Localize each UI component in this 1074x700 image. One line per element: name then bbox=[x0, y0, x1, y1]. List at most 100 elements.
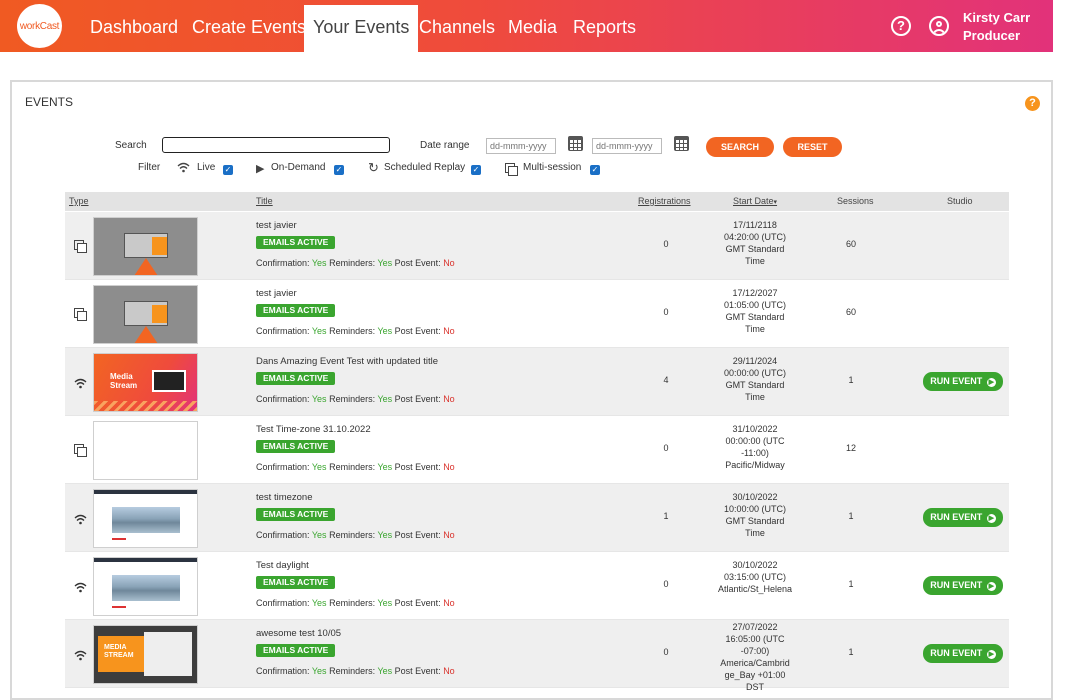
live-filter-icon bbox=[177, 162, 190, 176]
start-date-line: America/Cambrid bbox=[720, 658, 790, 668]
table-row[interactable]: Test daylight EMAILS ACTIVE Confirmation… bbox=[65, 552, 1009, 620]
post-event-value: No bbox=[443, 598, 455, 608]
nav-your-events[interactable]: Your Events bbox=[304, 5, 419, 52]
user-account-icon[interactable] bbox=[929, 16, 949, 36]
event-title[interactable]: Dans Amazing Event Test with updated tit… bbox=[256, 356, 438, 367]
help-icon[interactable]: ? bbox=[891, 16, 911, 36]
event-thumbnail[interactable] bbox=[93, 557, 198, 616]
nav-media[interactable]: Media bbox=[508, 0, 557, 52]
email-status-line: Confirmation: Yes Reminders: Yes Post Ev… bbox=[256, 394, 455, 404]
date-from-input[interactable] bbox=[486, 138, 556, 154]
date-to-input[interactable] bbox=[592, 138, 662, 154]
email-status-line: Confirmation: Yes Reminders: Yes Post Ev… bbox=[256, 666, 455, 676]
table-row[interactable]: Media Stream Dans Amazing Event Test with… bbox=[65, 348, 1009, 416]
reminders-value: Yes bbox=[377, 394, 393, 404]
table-row[interactable]: test javier EMAILS ACTIVE Confirmation: … bbox=[65, 280, 1009, 348]
run-event-label: RUN EVENT bbox=[930, 512, 983, 522]
live-icon bbox=[74, 580, 87, 593]
event-thumbnail[interactable] bbox=[93, 285, 198, 344]
start-date-line: 00:00:00 (UTC) bbox=[723, 368, 787, 378]
registrations-count: 0 bbox=[663, 647, 669, 657]
event-title[interactable]: awesome test 10/05 bbox=[256, 628, 341, 639]
header-start-date-label: Start Date bbox=[733, 196, 774, 206]
confirmation-value: Yes bbox=[311, 258, 327, 268]
multi-session-filter-icon bbox=[505, 163, 518, 176]
confirmation-label: Confirmation: bbox=[256, 598, 310, 608]
post-event-value: No bbox=[443, 530, 455, 540]
run-event-button[interactable]: RUN EVENT ▶ bbox=[923, 644, 1003, 663]
event-title[interactable]: test javier bbox=[256, 288, 297, 299]
table-row[interactable]: test javier EMAILS ACTIVE Confirmation: … bbox=[65, 212, 1009, 280]
sessions-count: 1 bbox=[848, 375, 854, 385]
start-date-line: 27/07/2022 bbox=[732, 622, 778, 632]
table-row[interactable]: MEDIA STREAM awesome test 10/05 EMAILS AC… bbox=[65, 620, 1009, 692]
user-info[interactable]: Kirsty Carr Producer bbox=[963, 9, 1030, 45]
header-start-date[interactable]: Start Date▾ bbox=[733, 192, 777, 211]
filter-on-demand-checkbox[interactable]: ✓ bbox=[334, 165, 344, 175]
reset-button[interactable]: RESET bbox=[783, 137, 842, 157]
post-event-label: Post Event: bbox=[394, 326, 441, 336]
start-date-line: Pacific/Midway bbox=[725, 460, 785, 470]
reminders-value: Yes bbox=[377, 326, 393, 336]
confirmation-label: Confirmation: bbox=[256, 530, 310, 540]
nav-reports[interactable]: Reports bbox=[573, 0, 636, 52]
workcast-logo[interactable]: workCast bbox=[17, 4, 62, 48]
search-button[interactable]: SEARCH bbox=[706, 137, 774, 157]
panel-help-icon[interactable]: ? bbox=[1025, 96, 1040, 111]
search-input[interactable] bbox=[162, 137, 390, 153]
table-row[interactable]: test timezone EMAILS ACTIVE Confirmation… bbox=[65, 484, 1009, 552]
logo-text: workCast bbox=[19, 20, 60, 32]
event-title[interactable]: Test daylight bbox=[256, 560, 309, 571]
event-thumbnail[interactable]: Media Stream bbox=[93, 353, 198, 412]
live-icon bbox=[74, 648, 87, 661]
registrations-count: 4 bbox=[663, 375, 669, 385]
header-registrations[interactable]: Registrations bbox=[638, 192, 691, 211]
run-event-label: RUN EVENT bbox=[930, 376, 983, 386]
confirmation-value: Yes bbox=[311, 530, 327, 540]
event-thumbnail[interactable] bbox=[93, 217, 198, 276]
reminders-label: Reminders: bbox=[329, 462, 376, 472]
start-date-line: 03:15:00 (UTC) bbox=[723, 572, 787, 582]
live-icon bbox=[74, 512, 87, 525]
event-thumbnail[interactable] bbox=[93, 489, 198, 548]
filter-multi-session-checkbox[interactable]: ✓ bbox=[590, 165, 600, 175]
post-event-value: No bbox=[443, 326, 455, 336]
event-title[interactable]: test javier bbox=[256, 220, 297, 231]
start-date-line: 16:05:00 (UTC bbox=[725, 634, 785, 644]
arrow-circle-icon: ▶ bbox=[986, 378, 996, 387]
nav-create-events[interactable]: Create Events bbox=[192, 0, 306, 52]
event-title[interactable]: Test Time-zone 31.10.2022 bbox=[256, 424, 371, 435]
reminders-label: Reminders: bbox=[329, 530, 376, 540]
filter-live-checkbox[interactable]: ✓ bbox=[223, 165, 233, 175]
confirmation-value: Yes bbox=[311, 462, 327, 472]
nav-channels[interactable]: Channels bbox=[419, 0, 495, 52]
calendar-to-icon[interactable] bbox=[674, 136, 689, 151]
user-name: Kirsty Carr bbox=[963, 10, 1031, 25]
filter-on-demand-label: On-Demand bbox=[271, 162, 326, 173]
header-title[interactable]: Title bbox=[256, 192, 273, 211]
run-event-button[interactable]: RUN EVENT ▶ bbox=[923, 508, 1003, 527]
start-date-line: GMT Standard bbox=[725, 516, 785, 526]
start-date-line: 00:00:00 (UTC bbox=[725, 436, 785, 446]
event-thumbnail[interactable] bbox=[93, 421, 198, 480]
sort-down-icon: ▾ bbox=[773, 199, 778, 206]
run-event-button[interactable]: RUN EVENT ▶ bbox=[923, 576, 1003, 595]
event-thumbnail[interactable]: MEDIA STREAM bbox=[93, 625, 198, 684]
header-type[interactable]: Type bbox=[69, 192, 89, 211]
event-title[interactable]: test timezone bbox=[256, 492, 313, 503]
email-status-line: Confirmation: Yes Reminders: Yes Post Ev… bbox=[256, 530, 455, 540]
post-event-label: Post Event: bbox=[394, 258, 441, 268]
post-event-label: Post Event: bbox=[394, 394, 441, 404]
calendar-from-icon[interactable] bbox=[568, 136, 583, 151]
filter-scheduled-replay-checkbox[interactable]: ✓ bbox=[471, 165, 481, 175]
sessions-count: 60 bbox=[845, 307, 856, 317]
sessions-count: 60 bbox=[845, 239, 856, 249]
replay-filter-icon: ↻ bbox=[368, 160, 379, 175]
sessions-count: 1 bbox=[848, 579, 854, 589]
nav-dashboard[interactable]: Dashboard bbox=[90, 0, 178, 52]
post-event-label: Post Event: bbox=[394, 666, 441, 676]
reminders-label: Reminders: bbox=[329, 666, 376, 676]
run-event-button[interactable]: RUN EVENT ▶ bbox=[923, 372, 1003, 391]
table-row[interactable]: Test Time-zone 31.10.2022 EMAILS ACTIVE … bbox=[65, 416, 1009, 484]
confirmation-value: Yes bbox=[311, 666, 327, 676]
